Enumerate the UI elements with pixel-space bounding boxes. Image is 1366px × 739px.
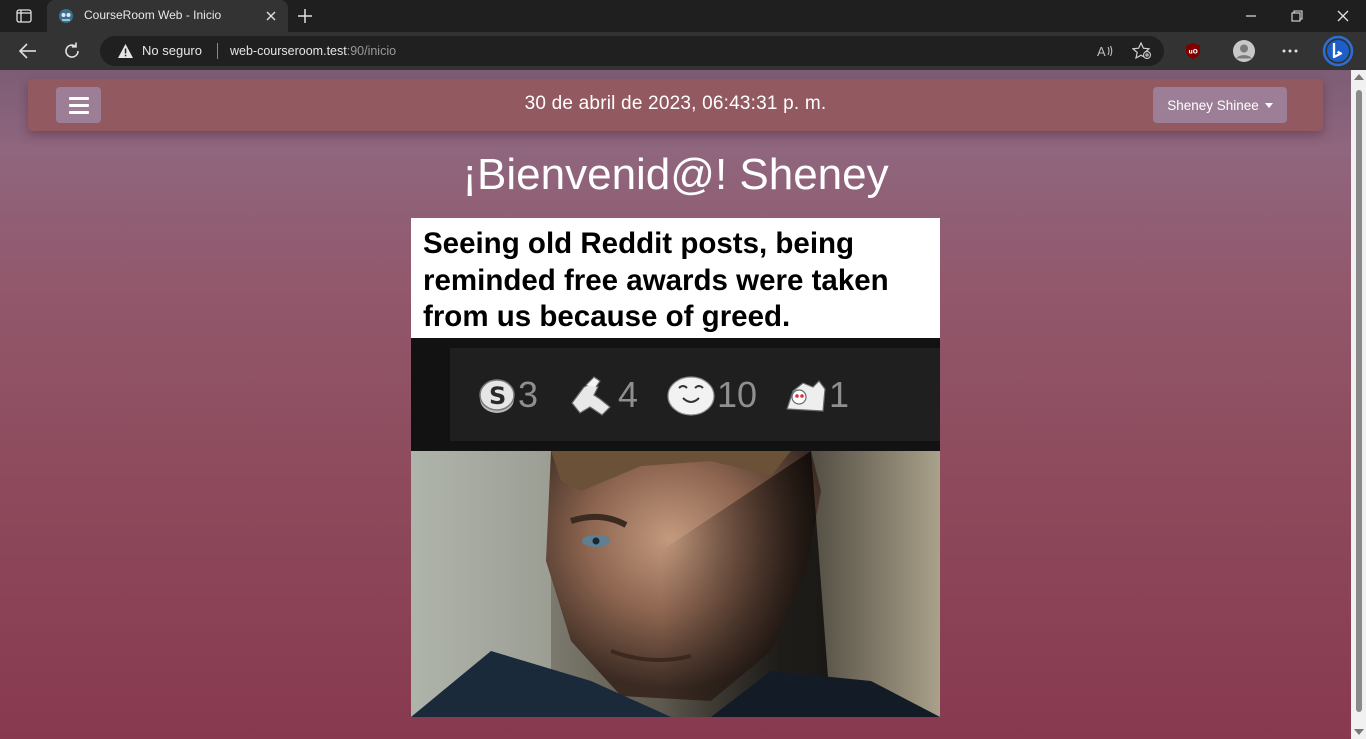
top-navbar: 30 de abril de 2023, 06:43:31 p. m. Shen… (28, 79, 1323, 131)
address-bar[interactable]: No seguro web-courseroom.test:90/inicio … (100, 36, 1164, 66)
user-name: Sheney Shinee (1167, 97, 1259, 113)
address-separator (217, 43, 218, 59)
browser-tab-bar: CourseRoom Web - Inicio (0, 0, 1366, 32)
reload-icon[interactable] (61, 40, 83, 62)
page-scrollbar[interactable] (1351, 70, 1366, 739)
svg-text:S: S (489, 382, 506, 410)
scroll-down-icon[interactable] (1354, 729, 1364, 735)
scroll-up-icon[interactable] (1354, 74, 1364, 80)
helpful-award-icon (571, 376, 611, 416)
tab-title: CourseRoom Web - Inicio (84, 8, 222, 22)
awards-bar: S 3 4 10 1 (450, 348, 940, 441)
award-item: 4 (570, 373, 638, 417)
page-viewport: 30 de abril de 2023, 06:43:31 p. m. Shen… (0, 70, 1351, 739)
minimize-icon[interactable] (1243, 8, 1259, 24)
homelander-photo (411, 451, 940, 717)
browser-toolbar: No seguro web-courseroom.test:90/inicio … (0, 32, 1366, 70)
security-label[interactable]: No seguro (142, 43, 202, 58)
bing-copilot-icon[interactable] (1322, 35, 1354, 67)
silver-award-icon: S (479, 379, 515, 413)
meme-caption-box: Seeing old Reddit posts, being reminded … (411, 218, 940, 338)
award-item: S 3 (478, 373, 538, 417)
add-favorite-icon[interactable] (1131, 41, 1152, 60)
meme-caption: Seeing old Reddit posts, being reminded … (423, 227, 889, 333)
meme-image: Seeing old Reddit posts, being reminded … (411, 218, 940, 717)
active-tab[interactable]: CourseRoom Web - Inicio (47, 0, 288, 32)
read-aloud-icon[interactable]: A (1097, 43, 1115, 59)
back-icon[interactable] (17, 40, 39, 62)
award-item: 10 (667, 373, 757, 417)
tab-actions-icon[interactable] (12, 6, 36, 26)
user-dropdown-button[interactable]: Sheney Shinee (1153, 87, 1287, 123)
award-item: 1 (783, 373, 849, 417)
svg-text:uO: uO (1189, 49, 1198, 56)
restore-icon[interactable] (1289, 8, 1305, 24)
close-window-icon[interactable] (1335, 8, 1351, 24)
awards-panel: S 3 4 10 1 (411, 338, 940, 451)
site-favicon-icon (58, 8, 74, 24)
url-host: web-courseroom.test (230, 44, 347, 58)
url-path: :90/inicio (346, 44, 397, 58)
scrollbar-thumb[interactable] (1356, 90, 1362, 712)
more-options-icon[interactable] (1279, 40, 1301, 62)
url-text[interactable]: web-courseroom.test:90/inicio (230, 44, 396, 58)
welcome-heading: ¡Bienvenid@! Sheney (462, 150, 889, 199)
award-count: 10 (717, 374, 758, 415)
current-datetime: 30 de abril de 2023, 06:43:31 p. m. (524, 93, 827, 114)
caret-down-icon (1264, 103, 1273, 108)
wholesome-award-icon (667, 376, 715, 416)
profile-avatar-icon[interactable] (1232, 39, 1256, 63)
svg-text:A: A (1097, 44, 1106, 59)
close-tab-icon[interactable] (263, 8, 279, 24)
award-count: 1 (829, 374, 850, 415)
award-count: 4 (618, 374, 639, 415)
new-tab-icon[interactable] (296, 7, 314, 25)
hugz-award-icon (786, 380, 826, 412)
award-count: 3 (518, 374, 539, 415)
warning-icon[interactable] (117, 43, 134, 59)
ublock-extension-icon[interactable]: uO (1182, 40, 1204, 62)
